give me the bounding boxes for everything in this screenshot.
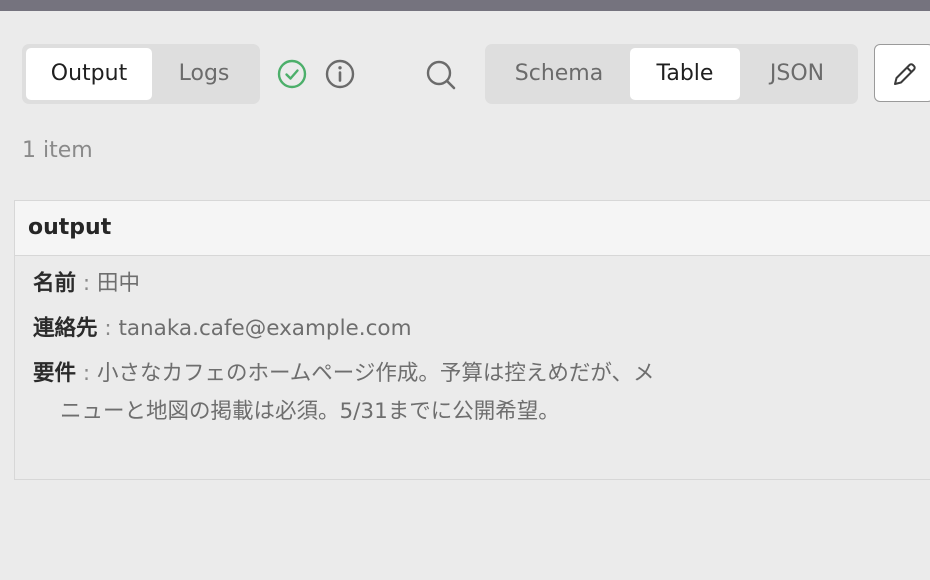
table-row: 要件 : 小さなカフェのホームページ作成。予算は控えめだが、メニューと地図の掲載… (33, 355, 674, 431)
output-logs-switch: Output Logs (22, 44, 260, 104)
field-separator: : (82, 271, 91, 296)
view-mode-switch: Schema Table JSON (485, 44, 858, 104)
tab-table[interactable]: Table (630, 48, 740, 100)
search-icon[interactable] (424, 58, 458, 92)
tab-json[interactable]: JSON (740, 48, 854, 100)
field-key: 要件 (33, 361, 77, 386)
field-value: 小さなカフェのホームページ作成。予算は控えめだが、メニューと地図の掲載は必須。5… (60, 361, 655, 424)
tab-logs[interactable]: Logs (152, 48, 256, 100)
tab-output[interactable]: Output (26, 48, 152, 100)
output-toolbar: Output Logs Schema Table JSON (22, 44, 930, 104)
info-icon[interactable] (324, 58, 356, 90)
field-key: 名前 (33, 271, 77, 296)
field-separator: : (82, 361, 91, 386)
window-top-bar (0, 0, 930, 11)
output-table: output 名前 : 田中 連絡先 : tanaka.cafe@example… (14, 200, 930, 480)
table-row: 連絡先 : tanaka.cafe@example.com (33, 310, 673, 348)
item-count: 1 item (22, 138, 93, 163)
field-key: 連絡先 (33, 316, 98, 341)
field-separator: : (104, 316, 112, 341)
field-value: tanaka.cafe@example.com (118, 316, 412, 341)
tab-schema[interactable]: Schema (489, 48, 629, 100)
table-row: 名前 : 田中 (33, 265, 673, 303)
pencil-icon (894, 63, 916, 85)
field-value: 田中 (96, 271, 140, 296)
edit-output-button[interactable] (874, 44, 930, 102)
table-header: output (15, 201, 930, 256)
check-circle-icon (277, 59, 307, 89)
